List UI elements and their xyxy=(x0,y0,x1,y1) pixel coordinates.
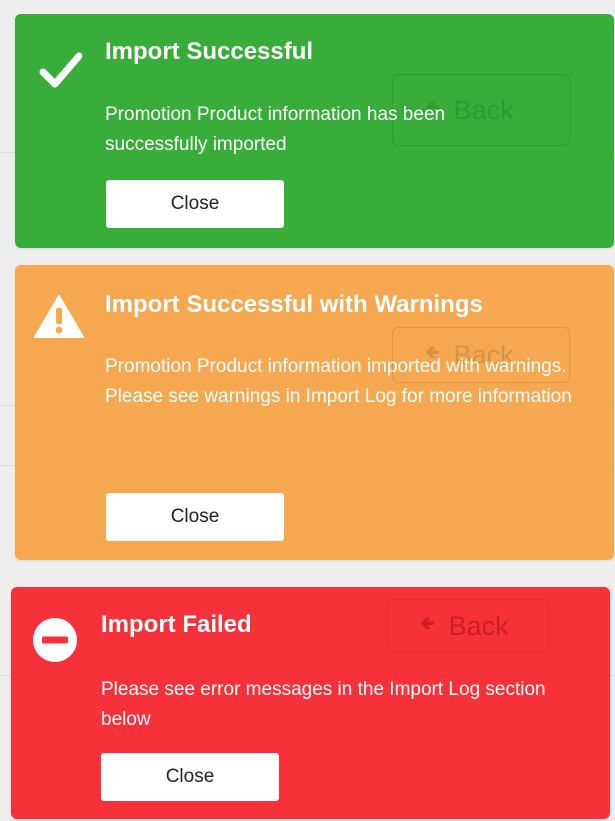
close-button[interactable]: Close xyxy=(101,753,279,801)
close-button[interactable]: Close xyxy=(106,493,284,541)
toast-message-line: Promotion Product information imported w… xyxy=(105,356,567,377)
back-arrow-icon: 🢀 xyxy=(420,613,435,633)
background-back-button: 🢀 Back xyxy=(387,599,549,653)
toast-title: Import Failed xyxy=(101,611,252,638)
toast-message: Promotion Product information has been s… xyxy=(105,104,446,155)
toast-message: Promotion Product information imported w… xyxy=(105,352,595,412)
import-failed-toast: 🢀 Back Import Failed Please see error me… xyxy=(11,587,610,819)
import-warning-toast: 🢀 Back Import Successful with Warnings P… xyxy=(15,265,614,560)
checkmark-icon xyxy=(39,52,83,88)
close-button[interactable]: Close xyxy=(106,180,284,228)
toast-message: Please see error messages in the Import … xyxy=(101,679,546,730)
no-entry-icon xyxy=(33,618,77,662)
toast-title: Import Successful xyxy=(105,38,314,65)
toast-message-line: Please see warnings in Import Log for mo… xyxy=(105,386,572,407)
back-button-label: Back xyxy=(448,610,509,641)
warning-triangle-icon xyxy=(34,295,84,338)
import-success-toast: 🢀 Back Import Successful Promotion Produ… xyxy=(15,14,614,248)
toast-title: Import Successful with Warnings xyxy=(105,291,483,318)
